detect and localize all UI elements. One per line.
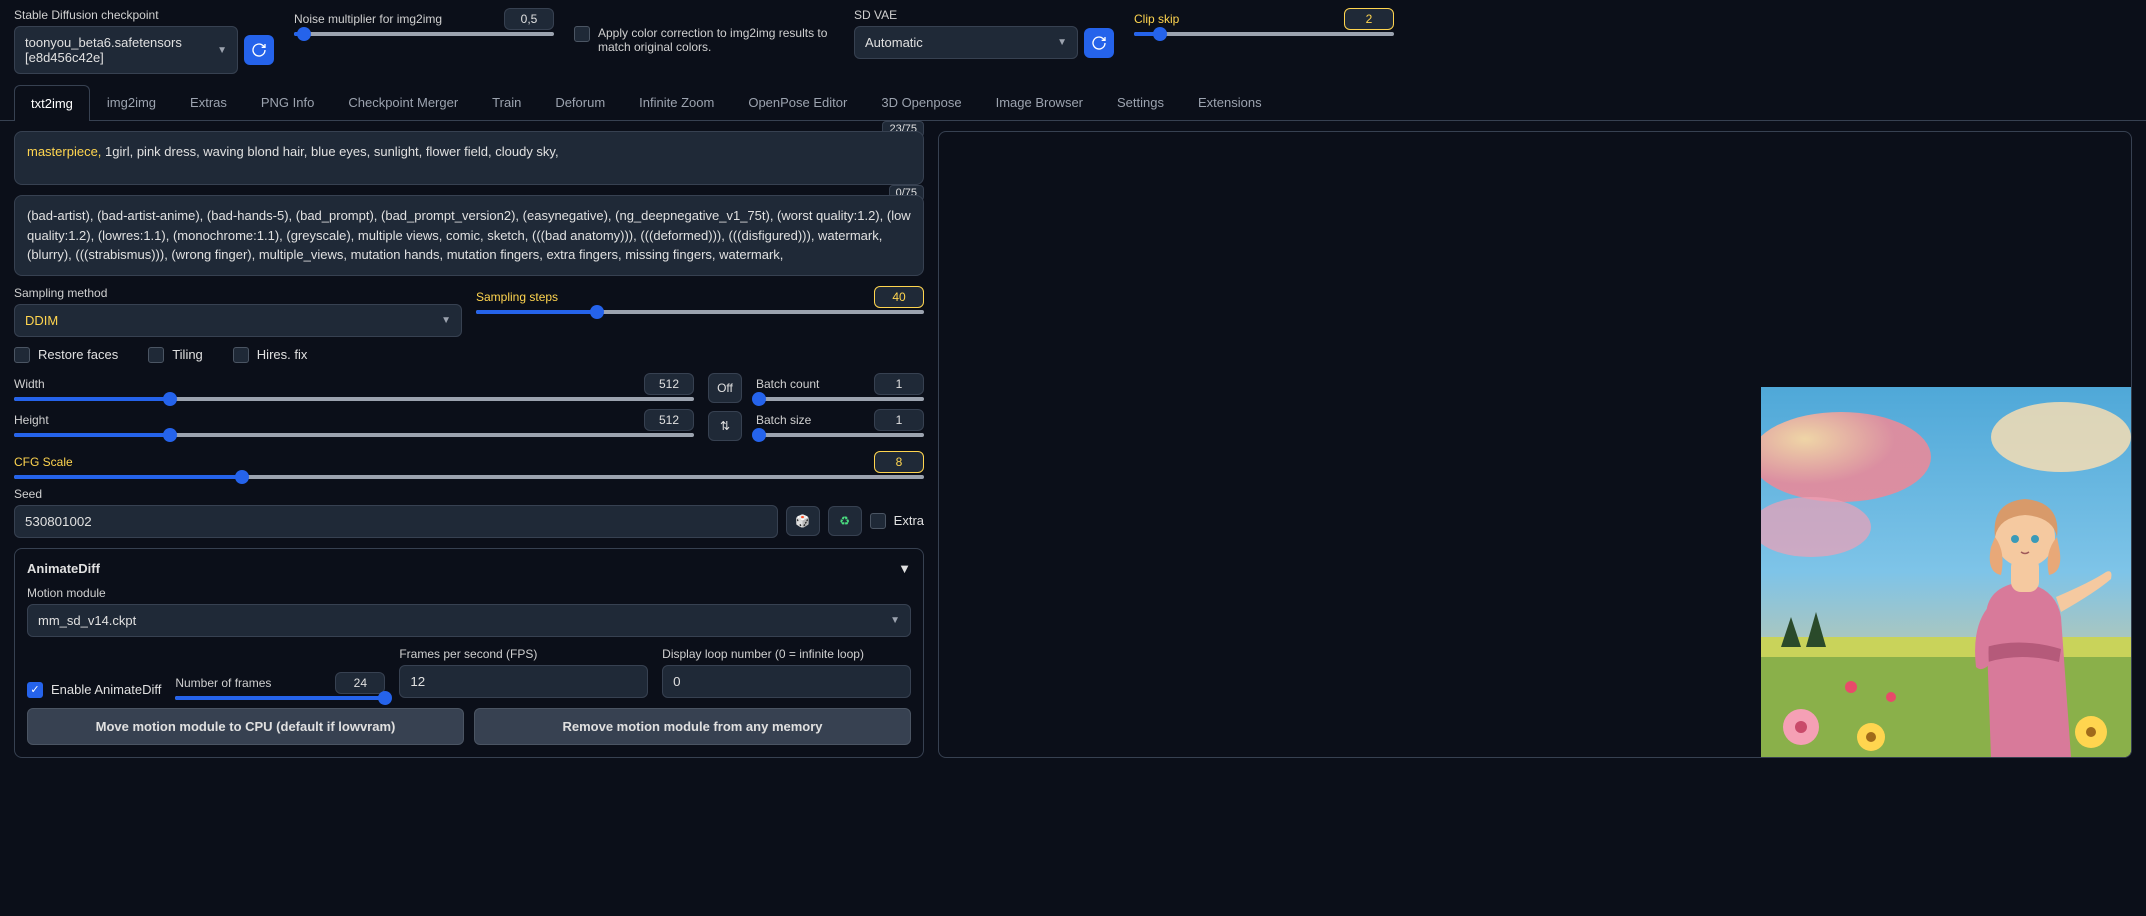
width-value[interactable]: 512	[644, 373, 694, 395]
tab-img2img[interactable]: img2img	[90, 84, 173, 120]
loop-input[interactable]	[662, 665, 911, 698]
tab-png-info[interactable]: PNG Info	[244, 84, 331, 120]
animatediff-panel: AnimateDiff ▼ Motion module mm_sd_v14.ck…	[14, 548, 924, 758]
tab-image-browser[interactable]: Image Browser	[979, 84, 1100, 120]
sampling-method-label: Sampling method	[14, 286, 462, 300]
move-to-cpu-button[interactable]: Move motion module to CPU (default if lo…	[27, 708, 464, 745]
tab-extras[interactable]: Extras	[173, 84, 244, 120]
clip-skip-label: Clip skip	[1134, 12, 1179, 26]
vae-select[interactable]: Automatic ▼	[854, 26, 1078, 59]
batch-size-label: Batch size	[756, 413, 811, 427]
negative-prompt-input[interactable]: (bad-artist), (bad-artist-anime), (bad-h…	[14, 195, 924, 276]
off-button[interactable]: Off	[708, 373, 742, 403]
tab-checkpoint-merger[interactable]: Checkpoint Merger	[331, 84, 475, 120]
tiling-checkbox[interactable]	[148, 347, 164, 363]
chevron-down-icon: ▼	[441, 315, 451, 326]
motion-module-label: Motion module	[27, 586, 911, 600]
height-value[interactable]: 512	[644, 409, 694, 431]
batch-size-value[interactable]: 1	[874, 409, 924, 431]
height-label: Height	[14, 413, 49, 427]
chevron-down-icon: ▼	[217, 45, 227, 56]
clip-skip-value[interactable]: 2	[1344, 8, 1394, 30]
collapse-icon[interactable]: ▼	[898, 561, 911, 576]
motion-module-select[interactable]: mm_sd_v14.ckpt ▼	[27, 604, 911, 637]
chevron-down-icon: ▼	[1057, 37, 1067, 48]
batch-count-label: Batch count	[756, 377, 819, 391]
fps-label: Frames per second (FPS)	[399, 647, 648, 661]
prompt-input[interactable]: masterpiece, 1girl, pink dress, waving b…	[14, 131, 924, 185]
sampling-method-select[interactable]: DDIM ▼	[14, 304, 462, 337]
swap-dims-button[interactable]: ⇅	[708, 411, 742, 441]
tab-settings[interactable]: Settings	[1100, 84, 1181, 120]
tab-extensions[interactable]: Extensions	[1181, 84, 1279, 120]
frames-value[interactable]: 24	[335, 672, 385, 694]
restore-faces-checkbox[interactable]	[14, 347, 30, 363]
noise-label: Noise multiplier for img2img	[294, 12, 442, 26]
animatediff-title: AnimateDiff	[27, 561, 100, 576]
chevron-down-icon: ▼	[890, 615, 900, 626]
seed-label: Seed	[14, 487, 924, 501]
vae-label: SD VAE	[854, 8, 1114, 22]
tab-txt2img[interactable]: txt2img	[14, 85, 90, 121]
remove-module-button[interactable]: Remove motion module from any memory	[474, 708, 911, 745]
reuse-seed-button[interactable]: ♻	[828, 506, 862, 536]
seed-input[interactable]	[14, 505, 778, 538]
main-tabs: txt2imgimg2imgExtrasPNG InfoCheckpoint M…	[0, 84, 2146, 121]
tab-deforum[interactable]: Deforum	[538, 84, 622, 120]
refresh-checkpoint-button[interactable]	[244, 35, 274, 65]
sampling-steps-value[interactable]: 40	[874, 286, 924, 308]
color-correction-label: Apply color correction to img2img result…	[598, 26, 834, 54]
enable-animatediff-checkbox[interactable]	[27, 682, 43, 698]
tab-3d-openpose[interactable]: 3D Openpose	[864, 84, 978, 120]
batch-count-value[interactable]: 1	[874, 373, 924, 395]
tab-train[interactable]: Train	[475, 84, 538, 120]
cfg-label: CFG Scale	[14, 455, 73, 469]
cfg-value[interactable]: 8	[874, 451, 924, 473]
checkpoint-label: Stable Diffusion checkpoint	[14, 8, 274, 22]
fps-input[interactable]	[399, 665, 648, 698]
random-seed-button[interactable]: 🎲	[786, 506, 820, 536]
generated-image	[1761, 387, 2131, 757]
hires-fix-checkbox[interactable]	[233, 347, 249, 363]
tab-openpose-editor[interactable]: OpenPose Editor	[731, 84, 864, 120]
noise-value[interactable]: 0,5	[504, 8, 554, 30]
loop-label: Display loop number (0 = infinite loop)	[662, 647, 911, 661]
seed-extra-checkbox[interactable]	[870, 513, 886, 529]
frames-label: Number of frames	[175, 676, 271, 690]
sampling-steps-label: Sampling steps	[476, 290, 558, 304]
refresh-vae-button[interactable]	[1084, 28, 1114, 58]
color-correction-checkbox[interactable]	[574, 26, 590, 42]
output-preview	[938, 131, 2132, 758]
checkpoint-select[interactable]: toonyou_beta6.safetensors [e8d456c42e] ▼	[14, 26, 238, 74]
tab-infinite-zoom[interactable]: Infinite Zoom	[622, 84, 731, 120]
width-label: Width	[14, 377, 45, 391]
